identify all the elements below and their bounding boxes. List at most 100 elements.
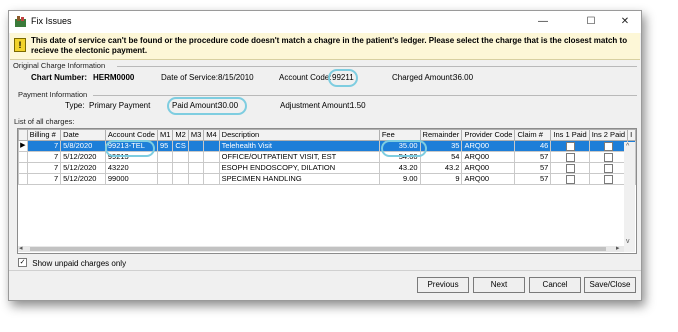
show-unpaid-checkbox[interactable]: ✓ — [18, 258, 27, 268]
vertical-scrollbar[interactable]: ^ v — [624, 142, 635, 252]
chart-number-label: Chart Number: — [31, 73, 88, 82]
scroll-down-icon[interactable]: v — [626, 238, 630, 245]
cancel-button[interactable]: Cancel — [529, 277, 581, 293]
payment-group-label: Payment Information — [18, 90, 88, 99]
ins2-paid-checkbox[interactable] — [603, 152, 613, 162]
date-cell: 5/8/2020 — [60, 140, 106, 152]
m4-cell — [203, 173, 220, 185]
column-header[interactable]: Billing # — [26, 129, 62, 141]
horizontal-scroll-thumb[interactable] — [30, 247, 606, 251]
ins1-paid-cell[interactable] — [550, 173, 590, 185]
column-header[interactable]: M3 — [187, 129, 205, 141]
column-header[interactable]: I — [627, 129, 636, 141]
billing-cell: 7 — [26, 173, 62, 185]
ins2-paid-cell[interactable] — [588, 140, 629, 152]
adjustment-amount-label: Adjustment Amount: — [280, 101, 352, 110]
column-header[interactable]: Fee — [378, 129, 421, 141]
row-selector[interactable] — [18, 151, 28, 163]
ins1-paid-cell[interactable] — [550, 151, 590, 163]
column-header[interactable]: Description — [218, 129, 380, 141]
m3-cell — [187, 140, 205, 152]
column-header[interactable]: Ins 1 Paid — [550, 129, 590, 141]
ins1-paid-cell[interactable] — [550, 140, 590, 152]
row-selector-header — [18, 129, 28, 141]
description-cell: OFFICE/OUTPATIENT VISIT, EST — [218, 151, 380, 163]
save-close-button[interactable]: Save/Close — [584, 277, 636, 293]
close-button[interactable]: ✕ — [611, 14, 639, 30]
warning-banner: ! This date of service can't be found or… — [10, 33, 640, 60]
column-header[interactable]: Claim # — [514, 129, 552, 141]
billing-cell: 7 — [26, 140, 62, 152]
row-selector[interactable] — [18, 173, 28, 185]
row-selector[interactable] — [18, 162, 28, 174]
ins2-paid-cell[interactable] — [588, 173, 629, 185]
app-icon — [15, 16, 26, 27]
column-header[interactable]: M1 — [156, 129, 174, 141]
m2-cell: CS — [172, 140, 189, 152]
column-header[interactable]: Ins 2 Paid — [588, 129, 629, 141]
charged-amount-label: Charged Amount: — [392, 73, 455, 82]
column-header[interactable]: Provider Code — [461, 129, 516, 141]
payment-type-label: Type: — [65, 101, 85, 110]
fee-cell-highlight — [381, 140, 427, 157]
ins2-paid-cell[interactable] — [588, 162, 629, 174]
m1-cell — [156, 151, 174, 163]
ins1-paid-checkbox[interactable] — [565, 174, 575, 184]
remainder-cell: 54 — [419, 151, 463, 163]
column-header[interactable]: M2 — [172, 129, 189, 141]
minimize-button[interactable]: — — [529, 14, 557, 30]
fee-cell: 43.20 — [378, 162, 421, 174]
date-of-service-label: Date of Service: — [161, 73, 218, 82]
m1-cell — [156, 173, 174, 185]
maximize-button[interactable]: ☐ — [577, 14, 605, 30]
horizontal-scrollbar[interactable]: ◂ ▸ — [18, 244, 624, 252]
show-unpaid-label: Show unpaid charges only — [32, 259, 127, 268]
table-row[interactable]: 7 5/12/2020 99000 SPECIMEN HANDLING 9.00… — [18, 173, 636, 185]
paid-amount-highlight — [167, 97, 247, 115]
m4-cell — [203, 151, 220, 163]
claim-cell: 57 — [514, 151, 552, 163]
original-charge-group-label: Original Charge Information — [13, 61, 106, 70]
show-unpaid-filter[interactable]: ✓ Show unpaid charges only — [18, 258, 127, 268]
table-row[interactable]: 7 5/12/2020 43220 ESOPH ENDOSCOPY, DILAT… — [18, 162, 636, 174]
ins1-paid-checkbox[interactable] — [565, 141, 575, 151]
row-pointer-icon: ▶ — [18, 140, 28, 152]
description-cell: ESOPH ENDOSCOPY, DILATION — [218, 162, 380, 174]
chart-number-value: HERM0000 — [93, 73, 135, 82]
ins1-paid-cell[interactable] — [550, 162, 590, 174]
date-of-service-value: 8/15/2010 — [218, 73, 254, 82]
column-header[interactable]: Account Code — [104, 129, 158, 141]
ins2-paid-cell[interactable] — [588, 151, 629, 163]
date-cell: 5/12/2020 — [60, 173, 106, 185]
window-title: Fix Issues — [31, 16, 72, 26]
m3-cell — [187, 162, 205, 174]
column-header[interactable]: M4 — [203, 129, 220, 141]
account-code-highlight — [328, 69, 358, 87]
provider-code-cell: ARQ00 — [461, 173, 516, 185]
scroll-right-icon[interactable]: ▸ — [616, 244, 620, 252]
ins2-paid-checkbox[interactable] — [603, 141, 613, 151]
ins1-paid-checkbox[interactable] — [565, 152, 575, 162]
group-divider — [117, 66, 637, 67]
claim-cell: 57 — [514, 173, 552, 185]
column-header[interactable]: Remainder — [419, 129, 463, 141]
charges-header-row: Billing # Date Account Code M1 M2 M3 M4 … — [18, 129, 636, 141]
ins2-paid-checkbox[interactable] — [603, 174, 613, 184]
remainder-cell: 43.2 — [419, 162, 463, 174]
warning-message: This date of service can't be found or t… — [31, 36, 628, 55]
m2-cell — [172, 151, 189, 163]
account-code-cell-highlight — [105, 140, 155, 157]
m4-cell — [203, 140, 220, 152]
column-header[interactable]: Date — [60, 129, 106, 141]
fix-issues-window: Fix Issues — ☐ ✕ ! This date of service … — [8, 10, 642, 301]
claim-cell: 46 — [514, 140, 552, 152]
next-button[interactable]: Next — [473, 277, 525, 293]
billing-cell: 7 — [26, 162, 62, 174]
scroll-left-icon[interactable]: ◂ — [19, 244, 23, 252]
account-code-cell: 43220 — [104, 162, 158, 174]
ins2-paid-checkbox[interactable] — [603, 163, 613, 173]
account-code-cell: 99000 — [104, 173, 158, 185]
ins1-paid-checkbox[interactable] — [565, 163, 575, 173]
previous-button[interactable]: Previous — [417, 277, 469, 293]
scroll-up-icon[interactable]: ^ — [626, 143, 629, 150]
